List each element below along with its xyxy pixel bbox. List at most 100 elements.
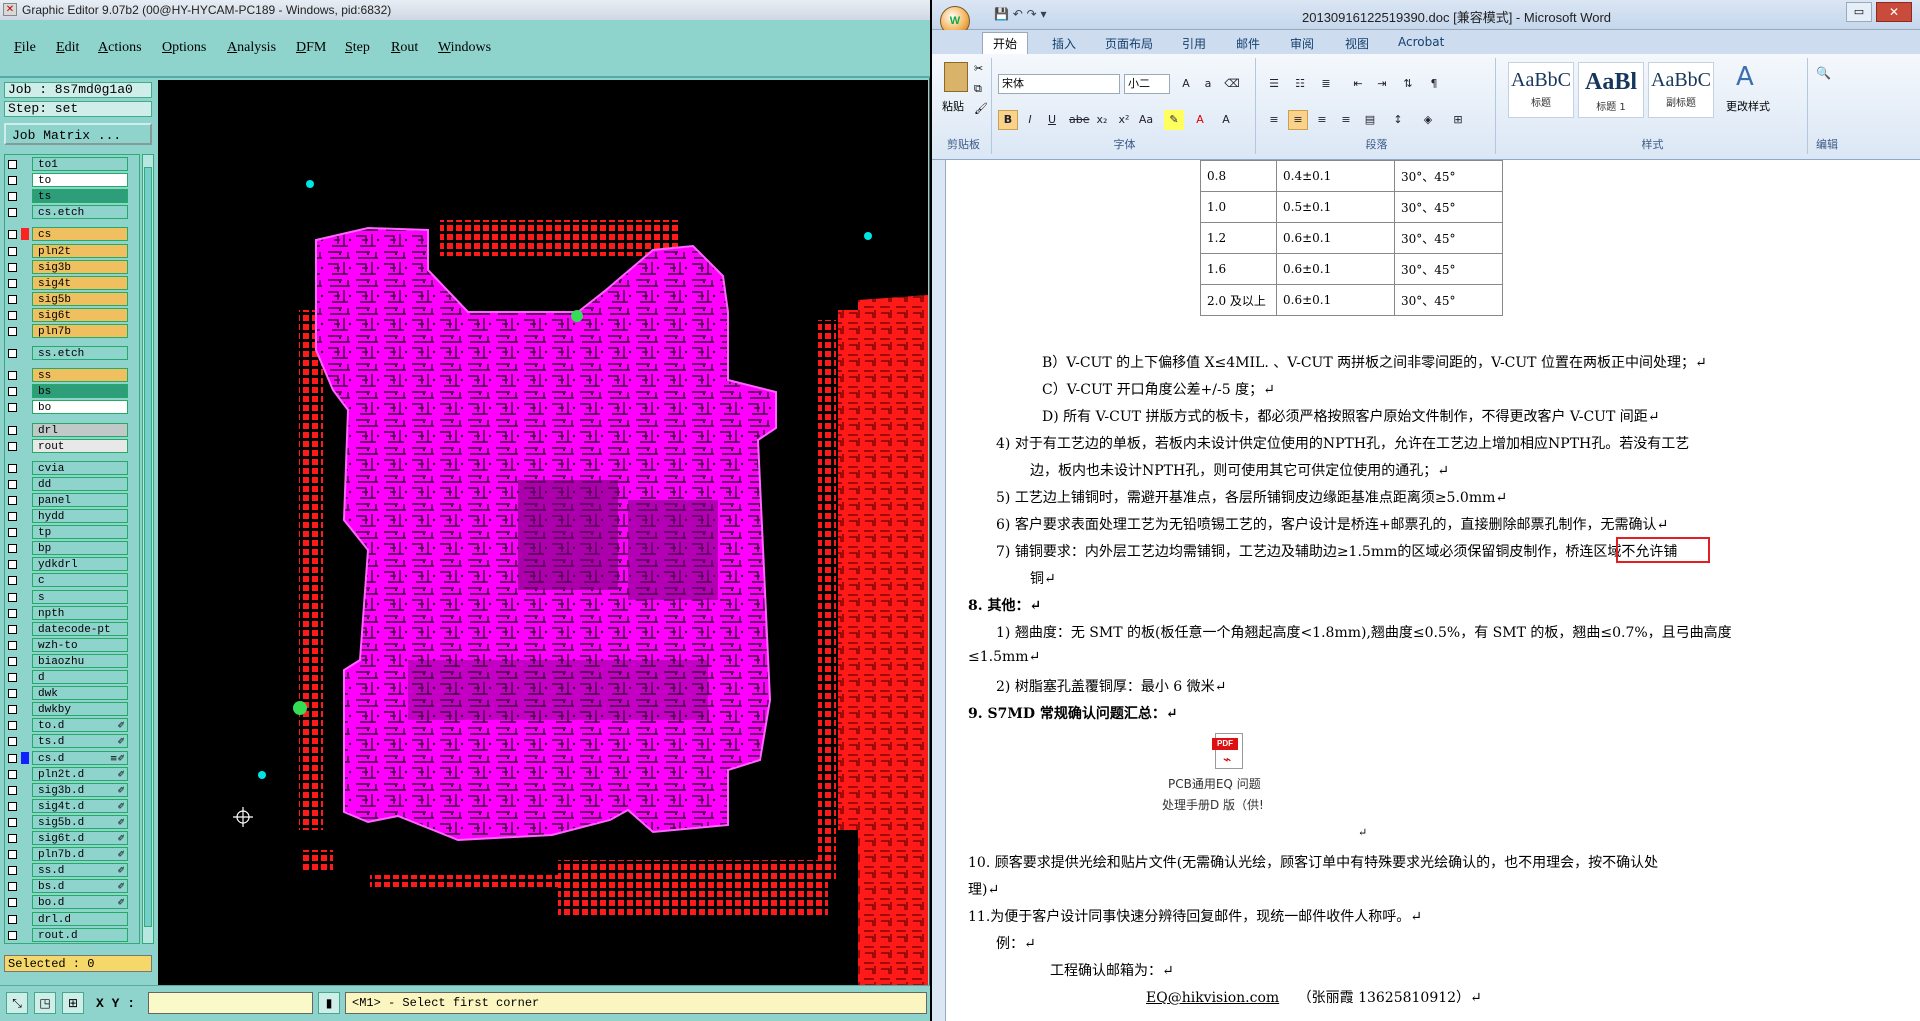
layer-list-scrollbar[interactable] (142, 154, 154, 944)
layer-name[interactable]: pln2t.d ✐ (32, 766, 128, 781)
layer-name[interactable]: npth (32, 605, 128, 620)
pdf-attachment-icon[interactable]: PDF ⌁ (1212, 733, 1243, 769)
menu-analysis[interactable]: Analysis (227, 40, 276, 56)
pcb-canvas[interactable] (158, 80, 928, 985)
menu-windows[interactable]: Windows (438, 40, 491, 56)
layer-name[interactable]: sig5b (32, 291, 128, 306)
find-icon[interactable]: 🔍 (1816, 66, 1831, 80)
layer-row-cs-d[interactable]: cs.d ≡✐ (5, 750, 133, 765)
layer-row-sig4t[interactable]: sig4t (5, 275, 133, 290)
layer-row-sig6t[interactable]: sig6t (5, 307, 133, 322)
change-case-button[interactable]: Aa (1136, 110, 1156, 130)
layer-row-pln2t[interactable]: pln2t (5, 243, 133, 258)
numbering-icon[interactable]: ☷ (1290, 74, 1310, 94)
layer-name[interactable]: cvia (32, 460, 128, 475)
layer-checkbox[interactable] (8, 371, 17, 381)
layer-checkbox[interactable] (8, 689, 17, 699)
borders-icon[interactable]: ⊞ (1448, 110, 1468, 130)
menu-file[interactable]: File (14, 40, 36, 56)
layer-checkbox[interactable] (8, 882, 17, 892)
layer-row-ss[interactable]: ss (5, 368, 133, 383)
style-title[interactable]: AaBbC 标题 (1508, 62, 1574, 118)
layer-row-tp[interactable]: tp (5, 525, 133, 540)
layer-row-sig5b[interactable]: sig5b (5, 291, 133, 306)
layer-name[interactable]: dd (32, 476, 128, 491)
layer-name[interactable]: bo.d ✐ (32, 895, 128, 910)
menu-options[interactable]: Options (162, 40, 206, 56)
layer-name[interactable]: bs.d ✐ (32, 879, 128, 894)
layer-row-sig5b-d[interactable]: sig5b.d ✐ (5, 814, 133, 829)
layer-checkbox[interactable] (8, 403, 17, 413)
layer-checkbox[interactable] (8, 495, 17, 505)
layer-name[interactable]: ss.d ✐ (32, 863, 128, 878)
tab-references[interactable]: 引用 (1182, 35, 1206, 52)
layer-row-sig6t-d[interactable]: sig6t.d ✐ (5, 831, 133, 845)
layer-row-rout-d[interactable]: rout.d (5, 927, 133, 942)
superscript-button[interactable]: x² (1114, 110, 1134, 130)
font-name-select[interactable]: 宋体 (998, 74, 1120, 94)
layer-name[interactable]: rout (32, 438, 128, 453)
layer-row-ss-d[interactable]: ss.d ✐ (5, 863, 133, 878)
layer-checkbox[interactable] (8, 817, 17, 827)
layer-checkbox[interactable] (8, 930, 17, 940)
layer-row-sig3b-d[interactable]: sig3b.d ✐ (5, 782, 133, 797)
layer-row-to-d[interactable]: to.d ✐ (5, 718, 133, 733)
layer-row-pln2t-d[interactable]: pln2t.d ✐ (5, 766, 133, 781)
layer-name[interactable]: pln2t (32, 243, 128, 258)
layer-checkbox[interactable] (8, 560, 17, 570)
xy-input[interactable] (148, 992, 313, 1014)
tab-review[interactable]: 审阅 (1290, 35, 1314, 52)
line-spacing-icon[interactable]: ↕ (1388, 110, 1408, 130)
shrink-font-icon[interactable]: a (1198, 74, 1218, 94)
maximize-icon[interactable]: ▭ (1846, 2, 1872, 22)
increase-indent-icon[interactable]: ⇥ (1372, 74, 1392, 94)
layer-row-drl-d[interactable]: drl.d (5, 911, 133, 926)
scrollbar-thumb[interactable] (144, 167, 152, 927)
layer-name[interactable]: s (32, 589, 128, 604)
layer-checkbox[interactable] (8, 592, 17, 602)
align-left-icon[interactable]: ≡ (1264, 110, 1284, 130)
layer-row-bs[interactable]: bs (5, 384, 133, 399)
layer-name[interactable]: pln7b.d ✐ (32, 847, 128, 862)
layer-name[interactable]: to1 (32, 157, 128, 171)
align-right-icon[interactable]: ≡ (1312, 110, 1332, 130)
attachment-caption[interactable]: 处理手册D 版（供! (1162, 796, 1264, 813)
layer-row-s[interactable]: s (5, 589, 133, 604)
layer-name[interactable]: sig3b (32, 259, 128, 274)
underline-button[interactable]: U (1042, 110, 1062, 130)
tab-acrobat[interactable]: Acrobat (1398, 35, 1444, 49)
layer-row-ydkdrl[interactable]: ydkdrl (5, 557, 133, 572)
layer-row-bo-d[interactable]: bo.d ✐ (5, 895, 133, 910)
layer-checkbox[interactable] (8, 608, 17, 618)
layer-name[interactable]: cs.d ≡✐ (32, 750, 128, 765)
layer-name[interactable]: tp (32, 525, 128, 540)
paste-label[interactable]: 粘贴 (942, 98, 964, 114)
change-styles-icon[interactable]: A (1736, 62, 1754, 92)
layer-name[interactable]: ss.etch (32, 346, 128, 361)
layer-checkbox[interactable] (8, 327, 17, 336)
paste-icon[interactable] (944, 62, 968, 92)
grid-tool-icon[interactable]: ⊞ (62, 992, 84, 1014)
layer-row-panel[interactable]: panel (5, 492, 133, 507)
layer-row-to[interactable]: to (5, 173, 133, 188)
layer-row-dd[interactable]: dd (5, 476, 133, 491)
tab-home[interactable]: 开始 (982, 32, 1029, 56)
italic-button[interactable]: I (1020, 110, 1040, 130)
layer-checkbox[interactable] (8, 176, 17, 186)
sort-icon[interactable]: ⇅ (1398, 74, 1418, 94)
layer-row-biaozhu[interactable]: biaozhu (5, 653, 133, 668)
font-size-select[interactable]: 小二 (1124, 74, 1170, 94)
copy-icon[interactable]: ⧉ (974, 82, 982, 96)
layer-row-bo[interactable]: bo (5, 400, 133, 415)
layer-checkbox[interactable] (8, 673, 17, 682)
layer-name[interactable]: datecode-pt (32, 621, 128, 636)
layer-checkbox[interactable] (8, 544, 17, 554)
layer-name[interactable]: biaozhu (32, 653, 128, 668)
layer-checkbox[interactable] (8, 737, 17, 747)
layer-name[interactable]: ts (32, 189, 128, 204)
cut-icon[interactable]: ✂ (974, 62, 983, 75)
tab-page-layout[interactable]: 页面布局 (1105, 35, 1153, 52)
menu-edit[interactable]: Edit (56, 40, 79, 56)
layer-row-cvia[interactable]: cvia (5, 460, 133, 475)
layer-checkbox[interactable] (8, 230, 17, 240)
